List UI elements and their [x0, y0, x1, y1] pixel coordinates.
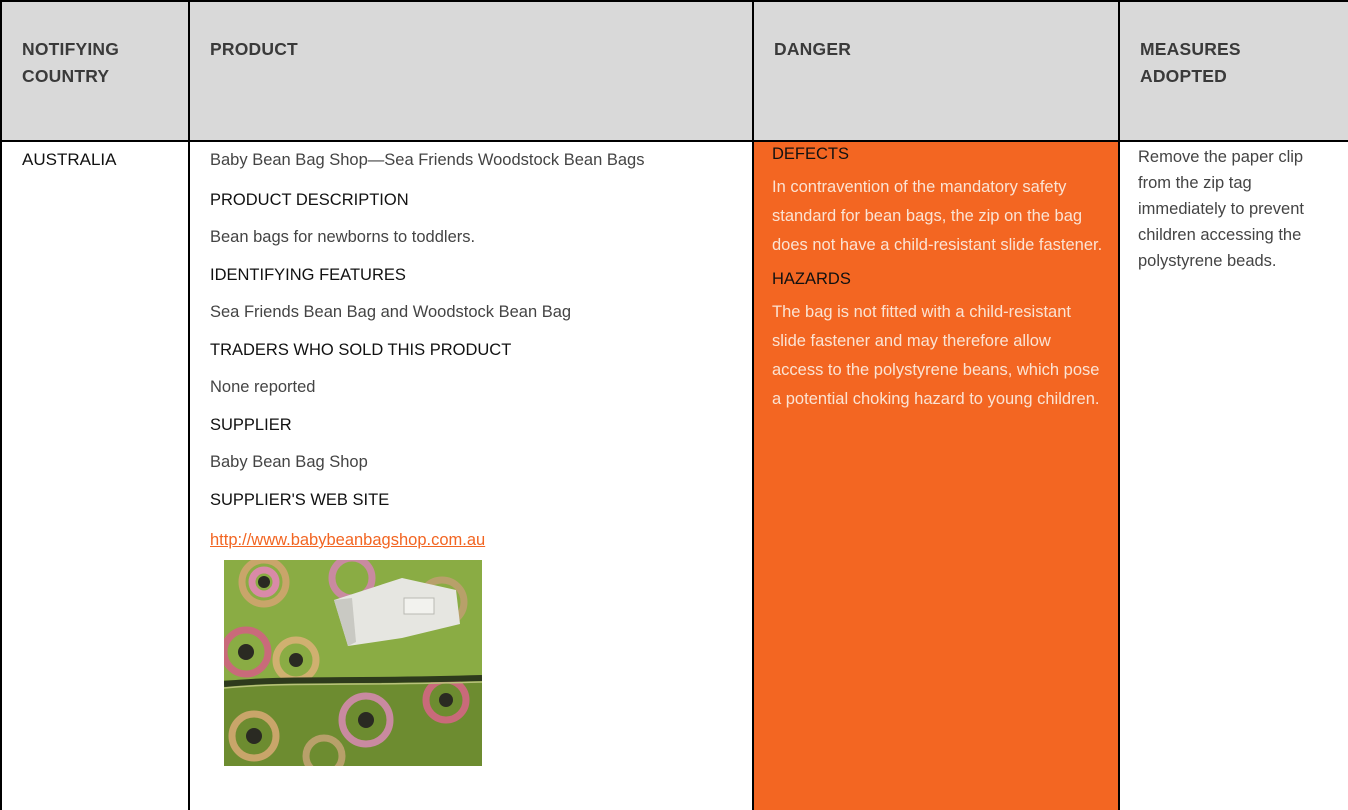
traders-value: None reported	[210, 378, 316, 396]
recall-report: NOTIFYING COUNTRY PRODUCT DANGER MEASURE…	[0, 0, 1348, 810]
traders-heading: TRADERS WHO SOLD THIS PRODUCT	[210, 341, 512, 359]
hazards-text: The bag is not fitted with a child-resis…	[772, 303, 1100, 408]
header-danger: DANGER	[752, 0, 1120, 142]
measures-cell: Remove the paper clip from the zip tag i…	[1118, 140, 1348, 810]
supplier-heading: SUPPLIER	[210, 416, 292, 434]
country-cell: AUSTRALIA	[0, 140, 190, 810]
product-description: Bean bags for newborns to toddlers.	[210, 228, 476, 246]
measures-text: Remove the paper clip from the zip tag i…	[1138, 148, 1304, 270]
table-row: AUSTRALIA Baby Bean Bag Shop—Sea Friends…	[0, 140, 1348, 810]
defects-heading: DEFECTS	[772, 145, 850, 163]
header-product: PRODUCT	[188, 0, 754, 142]
defects-text: In contravention of the mandatory safety…	[772, 178, 1103, 254]
danger-cell: DEFECTS In contravention of the mandator…	[752, 140, 1120, 810]
product-cell: Baby Bean Bag Shop—Sea Friends Woodstock…	[188, 140, 754, 810]
product-description-heading: PRODUCT DESCRIPTION	[210, 191, 409, 209]
supplier-website-heading: SUPPLIER'S WEB SITE	[210, 491, 390, 509]
identifying-features-heading: IDENTIFYING FEATURES	[210, 266, 406, 284]
product-title: Baby Bean Bag Shop—Sea Friends Woodstock…	[210, 151, 645, 169]
hazards-heading: HAZARDS	[772, 270, 851, 288]
header-notifying-country: NOTIFYING COUNTRY	[0, 0, 190, 142]
header-measures-adopted: MEASURES ADOPTED	[1118, 0, 1348, 142]
supplier-value: Baby Bean Bag Shop	[210, 453, 368, 471]
supplier-website-link[interactable]: http://www.babybeanbagshop.com.au	[210, 531, 485, 550]
product-photo	[224, 560, 482, 766]
identifying-features: Sea Friends Bean Bag and Woodstock Bean …	[210, 303, 572, 321]
table-header-row: NOTIFYING COUNTRY PRODUCT DANGER MEASURE…	[0, 0, 1348, 142]
country-name: AUSTRALIA	[22, 150, 117, 169]
recall-table: NOTIFYING COUNTRY PRODUCT DANGER MEASURE…	[0, 0, 1348, 810]
